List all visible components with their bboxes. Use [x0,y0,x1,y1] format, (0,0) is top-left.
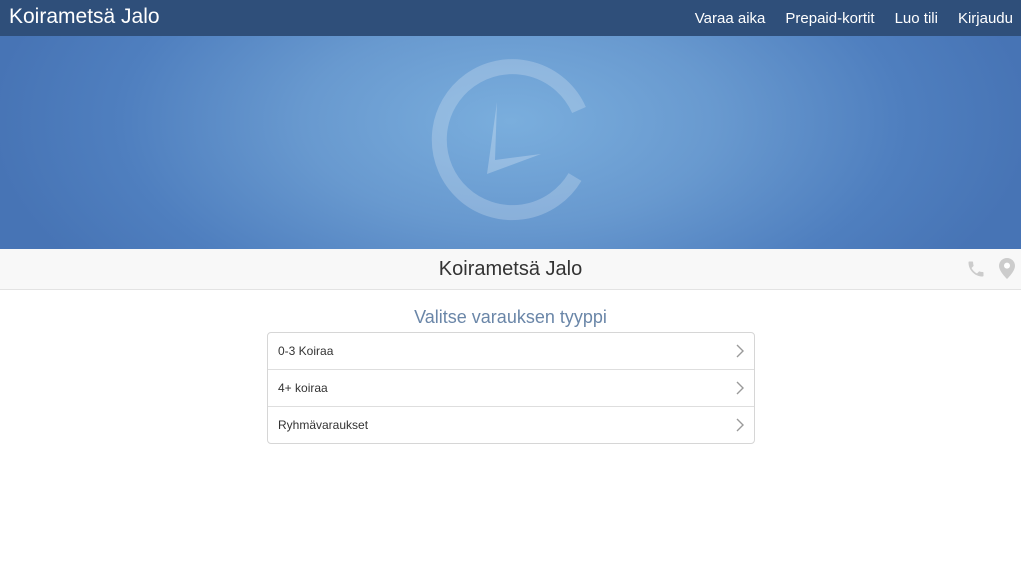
nav-links: Varaa aika Prepaid-kortit Luo tili Kirja… [675,0,1013,36]
nav-link-varaa-aika[interactable]: Varaa aika [695,10,766,27]
top-navbar: Koirametsä Jalo Varaa aika Prepaid-korti… [0,0,1021,36]
nav-link-prepaid-kortit[interactable]: Prepaid-kortit [785,10,874,27]
chevron-right-icon [736,344,744,358]
business-title: Koirametsä Jalo [438,258,583,280]
title-bar: Koirametsä Jalo [0,249,1021,290]
phone-icon[interactable] [966,259,986,279]
list-item-4-koiraa[interactable]: 4+ koiraa [268,369,754,406]
list-item-label: 4+ koiraa [278,381,328,395]
booking-type-list: 0-3 Koiraa 4+ koiraa Ryhmävaraukset [267,332,755,444]
clock-logo-icon [431,59,586,221]
brand-link[interactable]: Koirametsä Jalo [9,3,160,31]
list-item-ryhmavaraukset[interactable]: Ryhmävaraukset [268,406,754,443]
chevron-right-icon [736,418,744,432]
chevron-right-icon [736,381,744,395]
section-heading: Valitse varauksen tyyppi [414,307,607,327]
list-item-0-3-koiraa[interactable]: 0-3 Koiraa [268,333,754,369]
nav-link-luo-tili[interactable]: Luo tili [895,10,938,27]
nav-link-kirjaudu[interactable]: Kirjaudu [958,10,1013,27]
list-item-label: Ryhmävaraukset [278,418,369,432]
map-pin-icon[interactable] [999,258,1015,279]
hero-banner [0,36,1021,249]
list-item-label: 0-3 Koiraa [278,344,334,358]
